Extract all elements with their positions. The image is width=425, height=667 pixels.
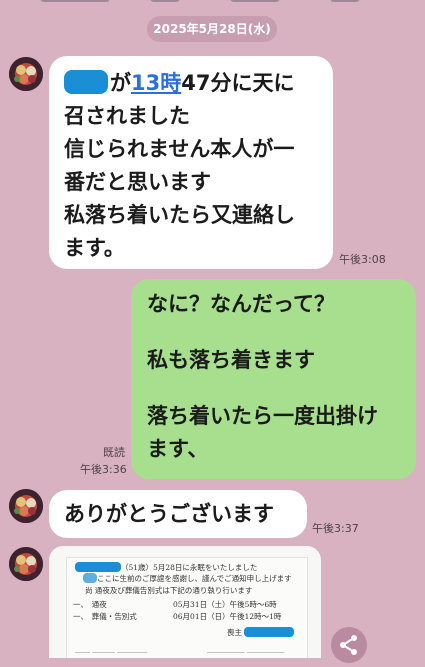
image-message[interactable]: （51歳）5月28日に永眠をいたしました ここに生前のご厚誼を感謝し、謹んでご通… bbox=[49, 546, 321, 658]
message-timestamp: 午後3:08 bbox=[339, 253, 386, 266]
message-timestamp: 午後3:37 bbox=[312, 522, 359, 535]
redacted-name bbox=[244, 627, 295, 637]
message-line: なに？なんだって？ bbox=[147, 292, 335, 316]
time-link[interactable]: 13時 bbox=[131, 71, 181, 95]
message-line: が13時47分に天に bbox=[64, 67, 333, 100]
read-receipt: 既読 bbox=[103, 446, 125, 459]
incoming-message-bubble[interactable]: が13時47分に天に 召されました 信じられません本人が一 番だと思います 私落… bbox=[49, 56, 333, 269]
message-line: 私落ち着いたら又連絡し bbox=[64, 203, 295, 227]
redacted-name bbox=[75, 562, 121, 572]
message-timestamp: 午後3:36 bbox=[80, 463, 127, 476]
contact-avatar[interactable] bbox=[9, 57, 43, 91]
incoming-message-bubble[interactable]: ありがとうございます bbox=[49, 490, 307, 538]
message-line: 落ち着いたら一度出掛け bbox=[147, 404, 378, 428]
message-line: 私も落ち着きます bbox=[147, 348, 315, 372]
message-line: ます。 bbox=[64, 236, 125, 260]
previous-message-fragment bbox=[0, 0, 425, 8]
date-separator: 2025年5月28日(水) bbox=[147, 16, 277, 42]
outgoing-message-bubble[interactable]: なに？なんだって？ 私も落ち着きます 落ち着いたら一度出掛け ます、 bbox=[131, 279, 416, 479]
message-line: 信じられません本人が一 bbox=[64, 137, 295, 161]
redacted-name bbox=[64, 70, 108, 94]
message-line: 召されました bbox=[64, 104, 190, 128]
message-line: 番だと思います bbox=[64, 170, 211, 194]
funeral-notice-image: （51歳）5月28日に永眠をいたしました ここに生前のご厚誼を感謝し、謹んでご通… bbox=[67, 558, 307, 658]
message-line: ます、 bbox=[147, 437, 209, 461]
message-text: ありがとうございます bbox=[64, 502, 274, 526]
contact-avatar[interactable] bbox=[9, 489, 43, 523]
contact-avatar[interactable] bbox=[9, 547, 43, 581]
